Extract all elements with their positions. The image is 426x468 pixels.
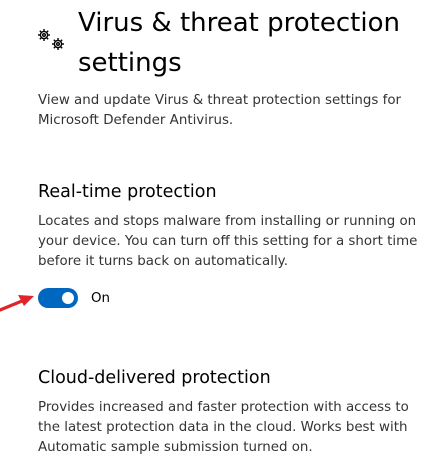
realtime-protection-toggle-row: On bbox=[38, 287, 110, 309]
toggle-state-label: On bbox=[91, 290, 111, 306]
realtime-protection-toggle[interactable] bbox=[38, 288, 78, 308]
realtime-protection-title: Real-time protection bbox=[38, 182, 217, 202]
realtime-description-line1: Locates and stops malware from installin… bbox=[38, 214, 417, 229]
page-title-line1: Virus & threat protection bbox=[78, 8, 400, 38]
settings-page: Virus & threat protection settings View … bbox=[0, 0, 426, 468]
page-description-line2: Microsoft Defender Antivirus. bbox=[38, 113, 234, 128]
cloud-description-line1: Provides increased and faster protection… bbox=[38, 400, 409, 415]
toggle-knob bbox=[62, 292, 74, 304]
page-description: View and update Virus & threat protectio… bbox=[38, 91, 418, 131]
cloud-description-line3: Automatic sample submission turned on. bbox=[38, 440, 313, 455]
gear-icon bbox=[36, 27, 68, 53]
realtime-description-line3: before it turns back on automatically. bbox=[38, 254, 288, 269]
cloud-description-line2: the latest protection data in the cloud.… bbox=[38, 420, 408, 435]
page-description-line1: View and update Virus & threat protectio… bbox=[38, 93, 402, 108]
page-title: Virus & threat protection settings bbox=[78, 3, 418, 83]
page-title-line2: settings bbox=[78, 48, 182, 78]
cloud-protection-title: Cloud-delivered protection bbox=[38, 368, 271, 388]
red-arrow-icon bbox=[0, 290, 36, 314]
cloud-protection-description: Provides increased and faster protection… bbox=[38, 398, 424, 458]
realtime-protection-description: Locates and stops malware from installin… bbox=[38, 212, 424, 272]
realtime-description-line2: your device. You can turn off this setti… bbox=[38, 234, 418, 249]
